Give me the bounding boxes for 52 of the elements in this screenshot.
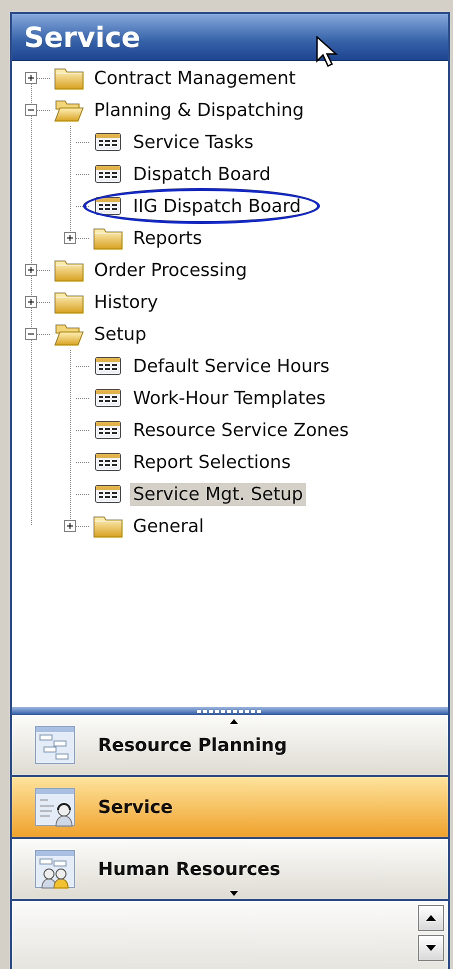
diagram-icon	[34, 725, 76, 765]
folder-icon	[54, 66, 84, 90]
tree-item[interactable]: Order Processing	[91, 258, 250, 282]
form-icon	[93, 354, 123, 378]
collapse-icon[interactable]	[25, 328, 37, 340]
folder-icon	[93, 514, 123, 538]
form-icon	[93, 194, 123, 218]
open-folder-icon	[54, 98, 84, 122]
tree-item[interactable]: Reports	[130, 226, 206, 250]
tree-item[interactable]: Setup	[91, 322, 150, 346]
open-folder-icon	[54, 322, 84, 346]
tree-item[interactable]: Report Selections	[130, 450, 294, 474]
tree-item[interactable]: History	[91, 290, 162, 314]
form-icon	[93, 418, 123, 442]
tree-item[interactable]: Work-Hour Templates	[130, 386, 329, 410]
splitter-handle[interactable]	[12, 707, 448, 715]
support-agent-icon	[34, 787, 76, 827]
nav-button[interactable]: Service	[12, 777, 448, 839]
form-icon	[93, 130, 123, 154]
tree-item[interactable]: Planning & Dispatching	[91, 98, 307, 122]
expand-icon[interactable]	[64, 232, 76, 244]
collapse-icon[interactable]	[25, 104, 37, 116]
tree-item[interactable]: Service Mgt. Setup	[130, 482, 306, 506]
form-icon	[93, 450, 123, 474]
down-arrow-icon	[426, 945, 436, 951]
tree-item[interactable]: Service Tasks	[130, 130, 256, 154]
tree-item[interactable]: General	[130, 514, 207, 538]
tree-item[interactable]: Resource Service Zones	[130, 418, 352, 442]
tree-item[interactable]: Dispatch Board	[130, 162, 274, 186]
form-icon	[93, 482, 123, 506]
expand-icon[interactable]	[25, 296, 37, 308]
form-icon	[93, 162, 123, 186]
expand-icon[interactable]	[25, 72, 37, 84]
tree-item[interactable]: IIG Dispatch Board	[130, 194, 304, 218]
people-icon	[34, 849, 76, 889]
mouse-pointer-icon	[316, 36, 338, 68]
scroll-up-button[interactable]	[418, 905, 444, 931]
tree-item[interactable]: Contract Management	[91, 66, 299, 90]
folder-icon	[93, 226, 123, 250]
nav-button[interactable]: Human Resources	[12, 839, 448, 901]
up-arrow-icon	[426, 915, 436, 921]
scroll-down-button[interactable]	[418, 935, 444, 961]
expand-icon[interactable]	[25, 264, 37, 276]
nav-button[interactable]: Resource Planning	[12, 715, 448, 777]
up-arrow-icon	[230, 719, 238, 724]
tree-item[interactable]: Default Service Hours	[130, 354, 332, 378]
folder-icon	[54, 290, 84, 314]
folder-icon	[54, 258, 84, 282]
expand-icon[interactable]	[64, 520, 76, 532]
panel-title: Service	[24, 20, 140, 54]
down-arrow-icon	[230, 891, 238, 896]
form-icon	[93, 386, 123, 410]
